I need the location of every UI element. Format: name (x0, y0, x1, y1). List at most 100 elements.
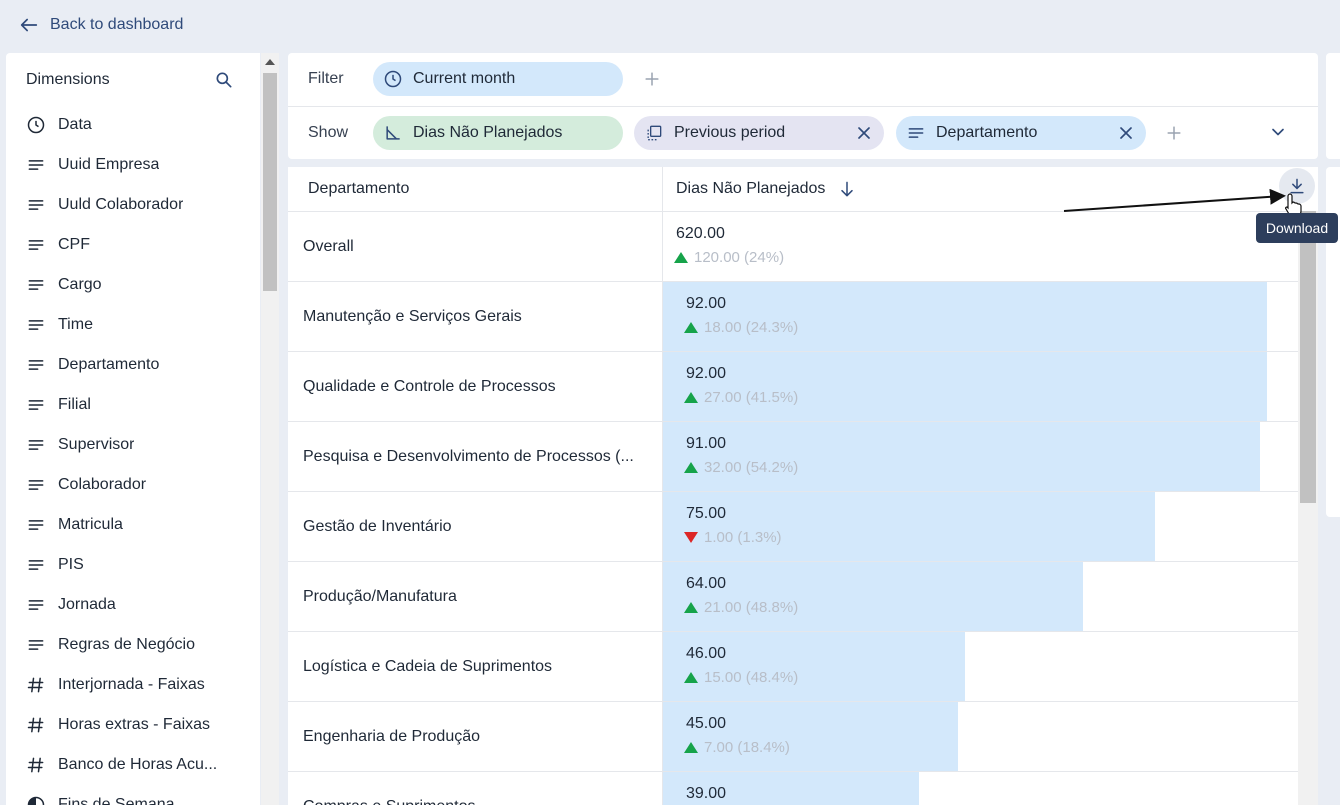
dimension-item[interactable]: Time (26, 305, 240, 345)
dimension-item[interactable]: Filial (26, 385, 240, 425)
dimension-list: Data Uuid Empresa Uuld Colaborador CPF Cargo… (26, 105, 240, 805)
close-icon[interactable] (854, 123, 874, 143)
dimension-item[interactable]: Supervisor (26, 425, 240, 465)
arrow-left-icon (20, 18, 38, 32)
dimension-item[interactable]: Data (26, 105, 240, 145)
scroll-up-arrow-icon[interactable] (265, 59, 275, 65)
table-row[interactable]: Logística e Cadeia de Suprimentos 46.00 15… (288, 632, 1298, 702)
sidebar-scroll-thumb[interactable] (263, 73, 277, 291)
sidebar-scrollbar[interactable] (261, 53, 279, 805)
add-filter-button[interactable] (642, 69, 662, 89)
column-header-measure[interactable]: Dias Não Planejados (676, 167, 857, 211)
dimension-item[interactable]: PIS (26, 545, 240, 585)
table-row[interactable]: Produção/Manufatura 64.00 21.00 (48.8%) (288, 562, 1298, 632)
sort-descending-icon[interactable] (837, 179, 857, 199)
show-chip-comparison-label: Previous period (674, 124, 786, 141)
search-icon[interactable] (214, 70, 234, 90)
column-header-departamento[interactable]: Departamento (308, 167, 409, 211)
plus-icon (1167, 126, 1181, 140)
row-value: 620.00 (676, 225, 725, 242)
download-icon (1290, 178, 1304, 194)
trend-down-icon (684, 532, 698, 543)
sidebar-header: Dimensions (26, 69, 234, 91)
back-to-dashboard-link[interactable]: Back to dashboard (18, 12, 183, 38)
trend-up-icon (684, 322, 698, 333)
row-delta: 18.00 (24.3%) (684, 319, 798, 336)
table-row[interactable]: Manutenção e Serviços Gerais 92.00 18.00 (… (288, 282, 1298, 352)
hash-icon (26, 715, 46, 735)
table-row[interactable]: Engenharia de Produção 45.00 7.00 (18.4%) (288, 702, 1298, 772)
value-bar (663, 492, 1155, 561)
table-row[interactable]: Pesquisa e Desenvolvimento de Processos … (288, 422, 1298, 492)
table-row[interactable]: Overall 620.00 120.00 (24%) (288, 212, 1298, 282)
expand-controls-button[interactable] (1268, 122, 1288, 142)
column-header-label: Dias Não Planejados (676, 180, 826, 197)
dimension-item[interactable]: Banco de Horas Acu... (26, 745, 240, 785)
text-lines-icon (26, 635, 46, 655)
row-value: 39.00 (686, 785, 727, 802)
show-chip-comparison[interactable]: Previous period (634, 116, 884, 150)
dimension-item[interactable]: Fins de Semana (26, 785, 240, 805)
dimension-item-label: Interjornada - Faixas (58, 676, 205, 693)
table-row[interactable]: Qualidade e Controle de Processos 92.00 27… (288, 352, 1298, 422)
dimension-item[interactable]: Departamento (26, 345, 240, 385)
download-button[interactable] (1279, 168, 1315, 204)
table-scroll-thumb[interactable] (1300, 211, 1316, 503)
row-delta-text: 1.00 (1.3%) (704, 529, 782, 546)
table-scrollbar[interactable] (1298, 211, 1318, 805)
row-name: Gestão de Inventário (303, 518, 452, 535)
filter-chip-current-month[interactable]: Current month (373, 62, 623, 96)
show-chip-dimension[interactable]: Departamento (896, 116, 1146, 150)
dimension-item[interactable]: Uuid Empresa (26, 145, 240, 185)
dimension-item[interactable]: Regras de Negócio (26, 625, 240, 665)
dimension-item-label: Uuid Empresa (58, 156, 160, 173)
row-delta: 120.00 (24%) (674, 249, 784, 266)
half-circle-icon (26, 795, 46, 805)
dimension-item-label: Horas extras - Faixas (58, 716, 211, 733)
text-lines-icon (908, 128, 924, 138)
row-delta: 27.00 (41.5%) (684, 389, 798, 406)
dimension-item-label: Banco de Horas Acu... (58, 756, 218, 773)
trend-up-icon (684, 672, 698, 683)
dimensions-sidebar: Dimensions Data Uuid Empresa Uuld Colabora… (6, 53, 260, 805)
text-lines-icon (26, 515, 46, 535)
table-row[interactable]: Compras e Suprimentos 39.00 (288, 772, 1298, 805)
row-name: Logística e Cadeia de Suprimentos (303, 658, 553, 675)
row-value: 92.00 (686, 365, 727, 382)
text-lines-icon (26, 195, 46, 215)
dimension-item-label: Data (58, 116, 92, 133)
dimension-item[interactable]: Uuld Colaborador (26, 185, 240, 225)
value-bar (663, 562, 1083, 631)
close-icon[interactable] (1116, 123, 1136, 143)
add-show-button[interactable] (1164, 123, 1184, 143)
text-lines-icon (26, 435, 46, 455)
sidebar-title: Dimensions (26, 71, 110, 88)
row-value: 91.00 (686, 435, 727, 452)
dimension-item[interactable]: Matricula (26, 505, 240, 545)
show-chip-measure[interactable]: Dias Não Planejados (373, 116, 623, 150)
dimension-item[interactable]: CPF (26, 225, 240, 265)
dimension-item-label: CPF (58, 236, 90, 253)
dimension-item[interactable]: Interjornada - Faixas (26, 665, 240, 705)
dimension-item[interactable]: Horas extras - Faixas (26, 705, 240, 745)
dimension-item-label: Time (58, 316, 93, 333)
table-row[interactable]: Gestão de Inventário 75.00 1.00 (1.3%) (288, 492, 1298, 562)
trend-up-icon (674, 252, 688, 263)
show-chip-dimension-label: Departamento (936, 124, 1038, 141)
clock-icon (26, 115, 46, 135)
dimension-item-label: Matricula (58, 516, 123, 533)
dimension-item[interactable]: Colaborador (26, 465, 240, 505)
column-divider (662, 167, 663, 805)
row-value: 64.00 (686, 575, 727, 592)
dimension-item[interactable]: Cargo (26, 265, 240, 305)
row-delta-text: 18.00 (24.3%) (704, 319, 799, 336)
dimension-item[interactable]: Jornada (26, 585, 240, 625)
show-label: Show (308, 124, 349, 141)
row-delta: 21.00 (48.8%) (684, 599, 798, 616)
text-lines-icon (26, 475, 46, 495)
dimension-item-label: Colaborador (58, 476, 147, 493)
back-label: Back to dashboard (50, 16, 184, 33)
trend-up-icon (684, 742, 698, 753)
dimension-item-label: PIS (58, 556, 84, 573)
text-lines-icon (26, 155, 46, 175)
